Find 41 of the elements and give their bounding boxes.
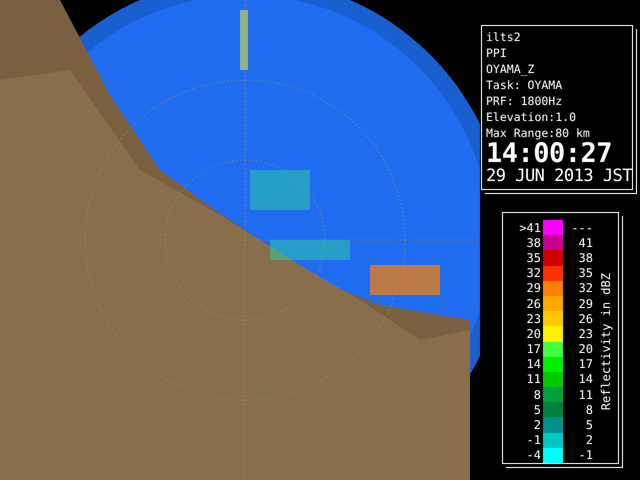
legend-value: 26 [578,312,593,326]
legend-value: -1 [526,433,542,448]
legend-value: 14 [526,357,542,372]
legend-value: 11 [526,372,542,386]
legend-value: >41 [518,220,542,235]
legend-value: 20 [526,326,542,341]
legend-value: 2 [532,418,542,432]
legend-value: 38 [578,250,593,265]
legend-value: 17 [526,342,542,356]
legend-value: 38 [526,236,542,250]
legend-value: 5 [584,418,593,432]
legend-title: Reflectivity in dBZ [599,272,613,410]
legend-value: 23 [526,312,542,326]
legend-value: 35 [578,266,593,280]
legend-value: 26 [526,296,542,311]
info-text: OYAMA_Z [486,61,536,77]
info-text: Elevation:1.0 [486,109,578,125]
info-text: Max Range:80 km [486,125,591,141]
info-text: Task: OYAMA [486,77,564,93]
legend-value: 17 [578,357,593,372]
legend-value: 35 [526,250,542,265]
legend-value: 8 [584,402,593,417]
legend-value: --- [570,220,593,235]
legend-value: 11 [578,388,593,402]
legend-value: 41 [578,236,593,250]
legend-value: 32 [578,281,593,296]
legend-value: -1 [578,448,593,462]
info-text: ilts2 [486,29,522,45]
legend-value: 8 [532,388,542,402]
legend-value: 32 [526,266,542,280]
legend-value: 2 [584,433,593,448]
legend-value: 14 [578,372,593,386]
legend-value: -4 [526,448,542,462]
info-text: PPI [486,45,508,61]
legend-value: 29 [526,281,542,296]
legend-value: 29 [578,296,593,311]
legend-value: 23 [578,326,593,341]
info-text: PRF: 1800Hz [486,93,564,109]
time-text: 14:00:27 [486,141,612,167]
legend-value: 5 [532,402,542,417]
legend-value: 20 [578,342,593,356]
